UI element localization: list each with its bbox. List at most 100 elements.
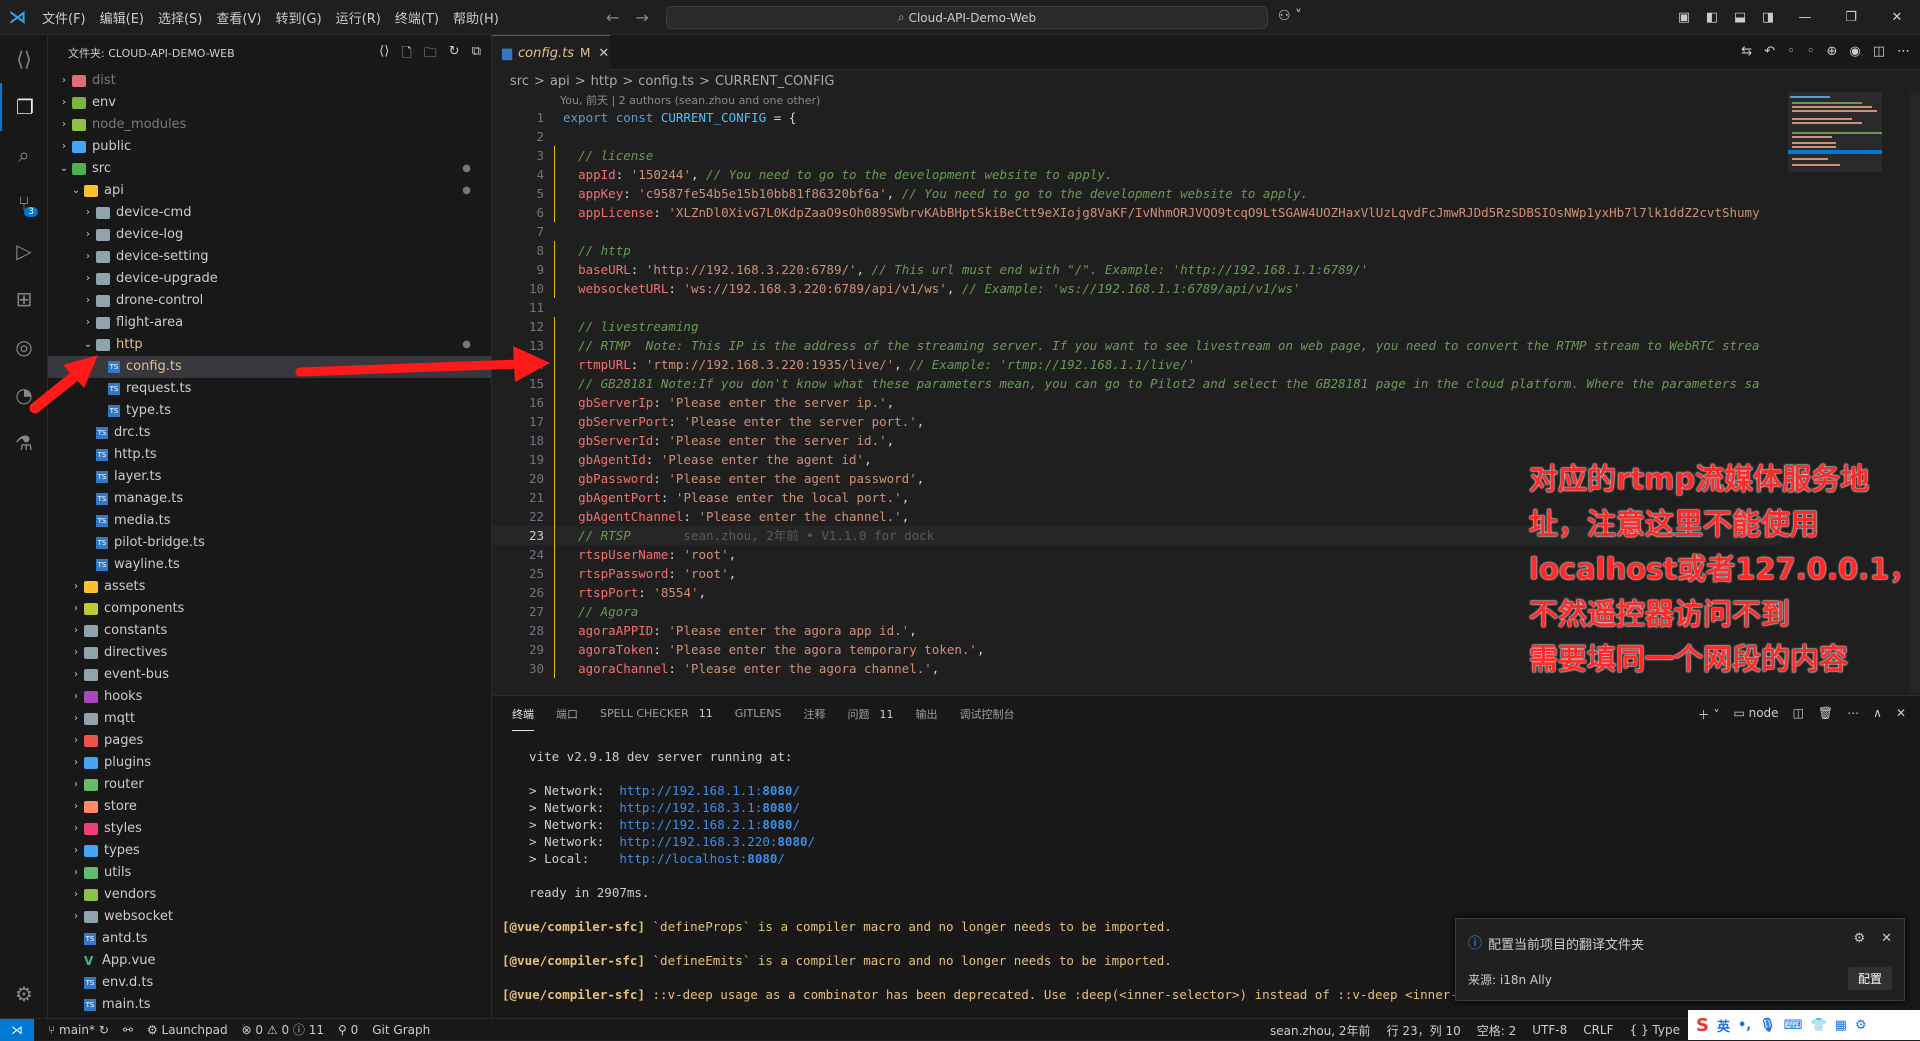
breadcrumb-item[interactable]: CURRENT_CONFIG <box>715 74 834 89</box>
code-line[interactable]: 3 // license <box>492 146 1782 165</box>
minimap[interactable] <box>1788 92 1908 212</box>
tree-file[interactable]: TS manage.ts <box>48 488 491 510</box>
previous-change-icon[interactable]: ◦ <box>1787 44 1795 59</box>
ime-language[interactable]: 英 <box>1717 1016 1730 1035</box>
panel-tab[interactable]: 输出 <box>916 706 938 722</box>
open-changes-icon[interactable]: ⊕ <box>1826 44 1837 59</box>
tree-folder[interactable]: › directives <box>48 642 491 664</box>
code-line[interactable]: 5 appKey: 'c9587fe54b5e15b10bb81f86320bf… <box>492 184 1782 203</box>
panel-tab[interactable]: 问题 11 <box>848 706 894 722</box>
menu-item[interactable]: 编辑(E) <box>93 8 151 27</box>
panel-tab[interactable]: 端口 <box>556 706 578 722</box>
blame-status[interactable]: sean.zhou, 2年前 <box>1270 1022 1371 1039</box>
notification-close-icon[interactable]: ✕ <box>1881 931 1892 946</box>
source-control-icon[interactable]: ⑂ 3 <box>0 179 48 227</box>
new-folder-icon[interactable]: 🗀 <box>424 44 437 66</box>
tree-folder[interactable]: › types <box>48 840 491 862</box>
tree-folder[interactable]: › event-bus <box>48 664 491 686</box>
code-line[interactable]: 7 <box>492 222 1782 241</box>
ime-voice-icon[interactable]: 🎙 <box>1759 1018 1776 1033</box>
tree-folder[interactable]: › device-upgrade <box>48 268 491 290</box>
refresh-icon[interactable]: ↻ <box>449 44 460 66</box>
terminal-node-label[interactable]: ▭ node <box>1733 706 1778 723</box>
more-actions-icon[interactable]: ⋯ <box>1897 44 1910 59</box>
split-terminal-icon[interactable]: ◫ <box>1793 706 1804 723</box>
layout-customize-icon[interactable]: ▣ <box>1670 10 1698 25</box>
code-line[interactable]: 17 gbServerPort: 'Please enter the serve… <box>492 412 1782 431</box>
code-line[interactable]: 2 <box>492 127 1782 146</box>
language-status[interactable]: { } Type <box>1630 1023 1680 1037</box>
copilot-icon[interactable]: ⚇ ˅ <box>1278 8 1302 24</box>
git-graph-status[interactable]: Git Graph <box>372 1023 430 1037</box>
tree-file[interactable]: TS media.ts <box>48 510 491 532</box>
tree-file[interactable]: TS layer.ts <box>48 466 491 488</box>
tree-folder[interactable]: › utils <box>48 862 491 884</box>
ports-status[interactable]: ⚲ 0 <box>338 1023 358 1037</box>
eol-status[interactable]: CRLF <box>1583 1023 1613 1037</box>
code-line[interactable]: 10 websocketURL: 'ws://192.168.3.220:678… <box>492 279 1782 298</box>
tree-folder[interactable]: › flight-area <box>48 312 491 334</box>
launchpad-status[interactable]: ⚙ Launchpad <box>147 1023 228 1037</box>
codelens-authors[interactable]: You, 前天 | 2 authors (sean.zhou and one o… <box>560 92 820 108</box>
testing-icon[interactable]: ⚗ <box>0 419 48 467</box>
collapse-all-icon[interactable]: ⧉ <box>472 44 481 66</box>
menu-item[interactable]: 帮助(H) <box>446 8 506 27</box>
menu-item[interactable]: 终端(T) <box>388 8 446 27</box>
toggle-panel-icon[interactable]: ⬓ <box>1726 10 1754 25</box>
indentation-status[interactable]: 空格: 2 <box>1477 1022 1517 1039</box>
close-window-icon[interactable]: ✕ <box>1874 10 1920 25</box>
tree-folder[interactable]: ⌄ api ● <box>48 180 491 202</box>
gitlens-icon[interactable]: ◎ <box>0 323 48 371</box>
back-arrow-icon[interactable]: ← <box>606 8 619 27</box>
code-line[interactable]: 14 rtmpURL: 'rtmp://192.168.3.220:1935/l… <box>492 355 1782 374</box>
gitlens-launch-icon[interactable]: ⚯ <box>123 1023 133 1037</box>
search-view-icon[interactable]: ⌕ <box>0 131 48 179</box>
ime-toolbox-icon[interactable]: ▦ <box>1835 1018 1847 1033</box>
tree-folder[interactable]: › store <box>48 796 491 818</box>
code-line[interactable]: 16 gbServerIp: 'Please enter the server … <box>492 393 1782 412</box>
minimize-icon[interactable]: — <box>1782 10 1828 25</box>
more-icon[interactable]: ⋯ <box>1847 706 1859 723</box>
tree-folder[interactable]: › styles <box>48 818 491 840</box>
run-debug-icon[interactable]: ▷ <box>0 227 48 275</box>
new-file-icon[interactable]: 🗋 <box>401 44 411 66</box>
tree-file[interactable]: TS main.ts <box>48 994 491 1016</box>
tree-folder[interactable]: › device-setting <box>48 246 491 268</box>
tree-folder[interactable]: › websocket <box>48 906 491 928</box>
sogou-logo-icon[interactable]: S <box>1696 1015 1709 1036</box>
tree-folder[interactable]: › mqtt <box>48 708 491 730</box>
tree-folder[interactable]: › hooks <box>48 686 491 708</box>
tree-file[interactable]: TS config.ts <box>48 356 491 378</box>
open-remote-icon[interactable]: ⟨⟩ <box>379 44 389 66</box>
tree-file[interactable]: TS pilot-bridge.ts <box>48 532 491 554</box>
code-line[interactable]: 18 gbServerId: 'Please enter the server … <box>492 431 1782 450</box>
cursor-position[interactable]: 行 23，列 10 <box>1387 1022 1461 1039</box>
menu-item[interactable]: 选择(S) <box>151 8 209 27</box>
tree-file[interactable]: V App.vue <box>48 950 491 972</box>
forward-arrow-icon[interactable]: → <box>635 8 648 27</box>
maximize-panel-icon[interactable]: ∧ <box>1873 706 1882 723</box>
configure-button[interactable]: 配置 <box>1847 967 1892 990</box>
go-back-change-icon[interactable]: ↶ <box>1764 44 1775 59</box>
code-line[interactable]: 1 export const CURRENT_CONFIG = { <box>492 108 1782 127</box>
close-panel-icon[interactable]: ✕ <box>1896 706 1906 723</box>
git-graph-icon[interactable]: ◔ <box>0 371 48 419</box>
tree-folder[interactable]: › node_modules <box>48 114 491 136</box>
menu-item[interactable]: 运行(R) <box>329 8 388 27</box>
tree-folder[interactable]: › vendors <box>48 884 491 906</box>
breadcrumb-item[interactable]: config.ts <box>638 74 694 89</box>
menu-item[interactable]: 转到(G) <box>268 8 328 27</box>
code-line[interactable]: 9 baseURL: 'http://192.168.3.220:6789/',… <box>492 260 1782 279</box>
code-line[interactable]: 15 // GB28181 Note:If you don't know wha… <box>492 374 1782 393</box>
breadcrumb-item[interactable]: api <box>550 74 570 89</box>
tree-folder[interactable]: ⌄ http ● <box>48 334 491 356</box>
panel-tab[interactable]: SPELL CHECKER 11 <box>600 707 713 720</box>
breadcrumb-item[interactable]: http <box>591 74 618 89</box>
tree-file[interactable]: TS env.d.ts <box>48 972 491 994</box>
code-line[interactable]: 6 appLicense: 'XLZnDl0XivG7L0KdpZaaO9sOh… <box>492 203 1782 222</box>
tree-folder[interactable]: › drone-control <box>48 290 491 312</box>
ime-settings-icon[interactable]: ⚙ <box>1855 1018 1867 1033</box>
tree-folder[interactable]: › device-log <box>48 224 491 246</box>
extensions-icon[interactable]: ⊞ <box>0 275 48 323</box>
gitlens-blame-icon[interactable]: ◉ <box>1849 44 1860 59</box>
